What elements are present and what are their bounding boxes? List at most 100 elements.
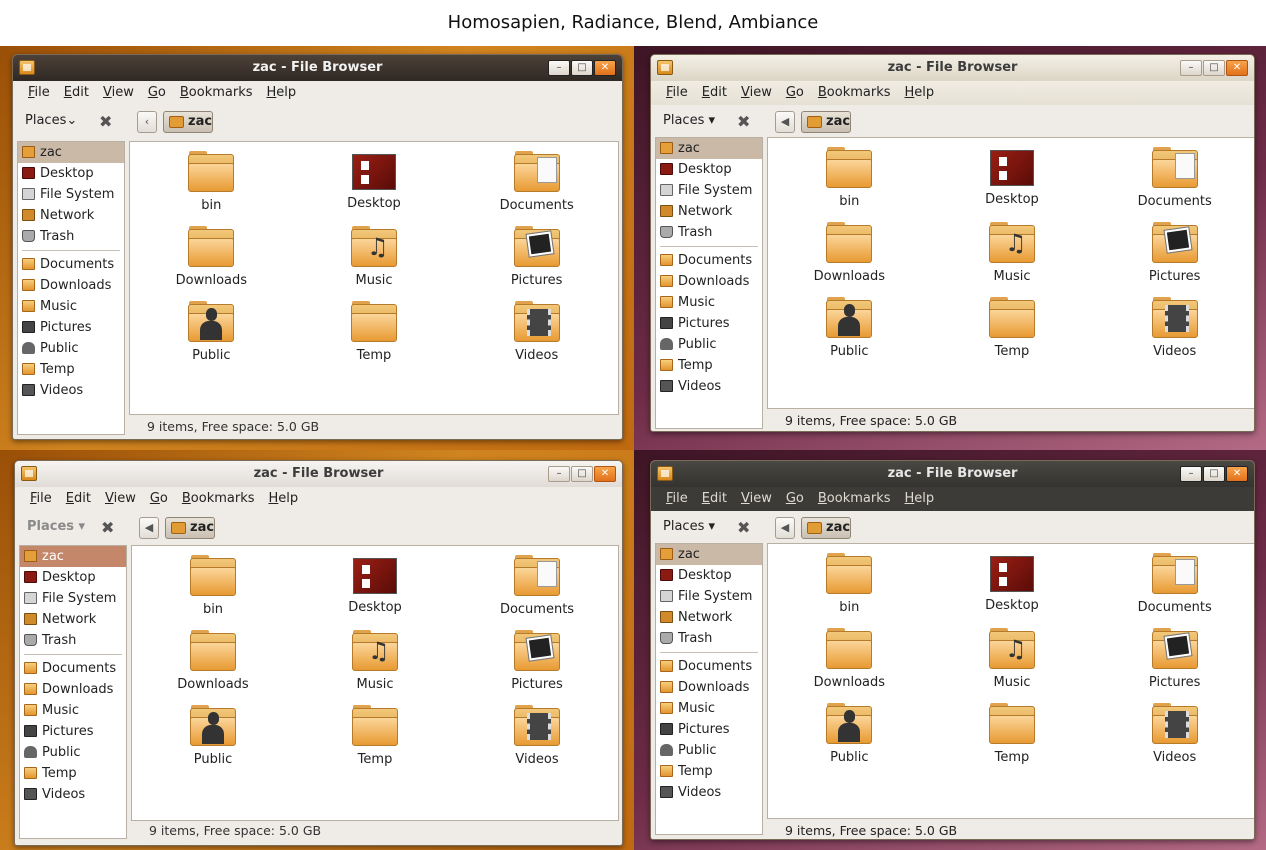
sidebar-item-public[interactable]: Public	[656, 740, 762, 761]
file-item-videos[interactable]: Videos	[456, 705, 618, 781]
sidebar-item-zac[interactable]: zac	[656, 544, 762, 565]
file-item-temp[interactable]: Temp	[293, 301, 456, 377]
sidebar-item-public[interactable]: Public	[656, 334, 762, 355]
close-pane-icon[interactable]: ✖	[99, 112, 112, 131]
menu-view[interactable]: View	[734, 487, 779, 511]
sidebar-item-downloads[interactable]: Downloads	[656, 677, 762, 698]
sidebar-item-downloads[interactable]: Downloads	[20, 679, 126, 700]
file-item-bin[interactable]: bin	[130, 151, 293, 227]
sidebar-item-zac[interactable]: zac	[656, 138, 762, 159]
file-item-downloads[interactable]: Downloads	[130, 226, 293, 302]
maximize-button[interactable]: □	[571, 466, 593, 482]
path-button-zac[interactable]: zac	[801, 111, 851, 133]
file-item-pictures[interactable]: Pictures	[455, 226, 618, 302]
title-bar[interactable]: zac - File Browser – □ ✕	[15, 461, 622, 487]
menu-help[interactable]: Help	[898, 487, 942, 511]
file-item-desktop[interactable]: Desktop	[294, 556, 456, 631]
sidebar-item-documents[interactable]: Documents	[18, 254, 124, 275]
sidebar-item-network[interactable]: Network	[20, 609, 126, 630]
sidebar-item-public[interactable]: Public	[20, 742, 126, 763]
sidebar-item-documents[interactable]: Documents	[20, 658, 126, 679]
sidebar-item-desktop[interactable]: Desktop	[18, 163, 124, 184]
file-item-documents[interactable]: Documents	[456, 555, 618, 631]
sidebar-item-downloads[interactable]: Downloads	[18, 275, 124, 296]
close-button[interactable]: ✕	[594, 466, 616, 482]
sidebar-item-file-system[interactable]: File System	[20, 588, 126, 609]
menu-file[interactable]: File	[21, 81, 57, 105]
menu-file[interactable]: File	[659, 81, 695, 105]
file-item-desktop[interactable]: Desktop	[931, 148, 1094, 223]
maximize-button[interactable]: □	[571, 60, 593, 76]
file-item-temp[interactable]: Temp	[931, 703, 1094, 779]
menu-go[interactable]: Go	[779, 487, 811, 511]
path-button-zac[interactable]: zac	[165, 517, 215, 539]
file-item-documents[interactable]: Documents	[1093, 553, 1254, 629]
file-item-pictures[interactable]: Pictures	[456, 630, 618, 706]
file-item-temp[interactable]: Temp	[294, 705, 456, 781]
sidebar-item-network[interactable]: Network	[656, 607, 762, 628]
title-bar[interactable]: zac - File Browser – □ ✕	[13, 55, 622, 81]
sidebar-item-trash[interactable]: Trash	[656, 222, 762, 243]
file-item-public[interactable]: Public	[768, 297, 931, 373]
sidebar-item-music[interactable]: Music	[656, 698, 762, 719]
file-item-downloads[interactable]: Downloads	[132, 630, 294, 706]
close-button[interactable]: ✕	[594, 60, 616, 76]
sidebar-item-videos[interactable]: Videos	[656, 376, 762, 397]
menu-file[interactable]: File	[659, 487, 695, 511]
sidebar-item-pictures[interactable]: Pictures	[656, 719, 762, 740]
back-button[interactable]: ◀	[139, 517, 159, 539]
places-dropdown[interactable]: Places⌄	[25, 113, 77, 128]
sidebar-item-zac[interactable]: zac	[18, 142, 124, 163]
file-item-downloads[interactable]: Downloads	[768, 628, 931, 704]
sidebar-item-videos[interactable]: Videos	[18, 380, 124, 401]
file-item-videos[interactable]: Videos	[1093, 297, 1254, 373]
sidebar-item-downloads[interactable]: Downloads	[656, 271, 762, 292]
back-button[interactable]: ‹	[137, 111, 157, 133]
file-item-videos[interactable]: Videos	[455, 301, 618, 377]
file-item-music[interactable]: ♫ Music	[293, 226, 456, 302]
file-item-bin[interactable]: bin	[768, 553, 931, 629]
sidebar-item-trash[interactable]: Trash	[656, 628, 762, 649]
menu-view[interactable]: View	[734, 81, 779, 105]
sidebar-item-temp[interactable]: Temp	[20, 763, 126, 784]
sidebar-item-trash[interactable]: Trash	[20, 630, 126, 651]
close-pane-icon[interactable]: ✖	[737, 518, 750, 537]
file-item-public[interactable]: Public	[768, 703, 931, 779]
menu-view[interactable]: View	[96, 81, 141, 105]
close-pane-icon[interactable]: ✖	[101, 518, 114, 537]
file-item-public[interactable]: Public	[132, 705, 294, 781]
back-button[interactable]: ◀	[775, 111, 795, 133]
sidebar-item-music[interactable]: Music	[656, 292, 762, 313]
menu-edit[interactable]: Edit	[695, 81, 734, 105]
sidebar-item-pictures[interactable]: Pictures	[656, 313, 762, 334]
file-item-videos[interactable]: Videos	[1093, 703, 1254, 779]
file-item-music[interactable]: ♫ Music	[931, 628, 1094, 704]
file-item-temp[interactable]: Temp	[931, 297, 1094, 373]
menu-help[interactable]: Help	[262, 487, 306, 511]
file-item-desktop[interactable]: Desktop	[931, 554, 1094, 629]
sidebar-item-temp[interactable]: Temp	[656, 761, 762, 782]
sidebar-item-temp[interactable]: Temp	[18, 359, 124, 380]
minimize-button[interactable]: –	[548, 466, 570, 482]
title-bar[interactable]: zac - File Browser – □ ✕	[651, 55, 1254, 81]
sidebar-item-desktop[interactable]: Desktop	[20, 567, 126, 588]
file-item-public[interactable]: Public	[130, 301, 293, 377]
maximize-button[interactable]: □	[1203, 466, 1225, 482]
file-item-documents[interactable]: Documents	[1093, 147, 1254, 223]
sidebar-item-network[interactable]: Network	[656, 201, 762, 222]
menu-edit[interactable]: Edit	[57, 81, 96, 105]
sidebar-item-desktop[interactable]: Desktop	[656, 565, 762, 586]
file-item-bin[interactable]: bin	[132, 555, 294, 631]
menu-go[interactable]: Go	[141, 81, 173, 105]
path-button-zac[interactable]: zac	[801, 517, 851, 539]
menu-bookmarks[interactable]: Bookmarks	[811, 81, 898, 105]
file-item-documents[interactable]: Documents	[455, 151, 618, 227]
sidebar-item-file-system[interactable]: File System	[656, 586, 762, 607]
menu-edit[interactable]: Edit	[695, 487, 734, 511]
back-button[interactable]: ◀	[775, 517, 795, 539]
sidebar-item-trash[interactable]: Trash	[18, 226, 124, 247]
sidebar-item-pictures[interactable]: Pictures	[20, 721, 126, 742]
menu-file[interactable]: File	[23, 487, 59, 511]
minimize-button[interactable]: –	[1180, 60, 1202, 76]
close-button[interactable]: ✕	[1226, 466, 1248, 482]
